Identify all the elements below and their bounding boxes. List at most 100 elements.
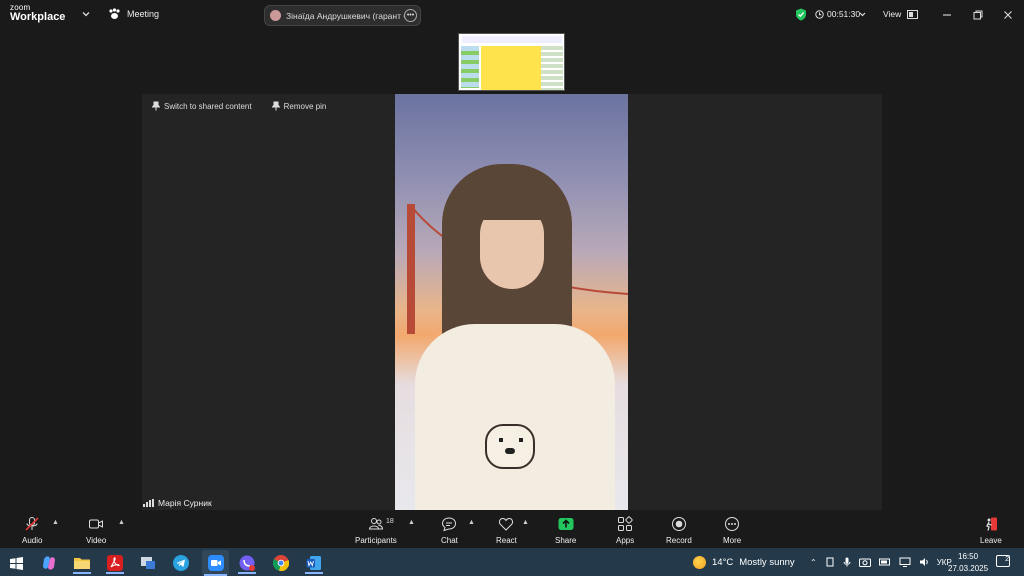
video-options-caret[interactable]: ▲: [118, 519, 125, 526]
video-camera-icon: [89, 519, 104, 529]
react-button[interactable]: React: [496, 516, 517, 545]
participant-video[interactable]: [395, 94, 628, 510]
notification-center-icon[interactable]: 2: [996, 555, 1010, 567]
participants-icon: [368, 518, 383, 530]
bear-eye: [499, 438, 503, 442]
camera-tray-icon[interactable]: [858, 557, 871, 567]
close-icon[interactable]: [1001, 8, 1015, 22]
file-explorer-icon[interactable]: [71, 552, 93, 574]
thumbnail-header: [462, 36, 562, 43]
chrome-icon[interactable]: [270, 552, 292, 574]
signal-icon: [143, 499, 154, 507]
sweater: [415, 324, 615, 510]
video-button[interactable]: Video: [86, 516, 106, 545]
share-button[interactable]: Share: [555, 516, 576, 545]
minimize-icon[interactable]: [940, 8, 954, 22]
mic-tray-icon[interactable]: [843, 557, 851, 567]
view-button[interactable]: View: [883, 9, 919, 19]
switch-to-shared-content-button[interactable]: Switch to shared content: [152, 101, 252, 111]
grid-view-icon: [907, 9, 919, 19]
sunny-icon: [693, 556, 706, 569]
leave-icon: [986, 517, 997, 531]
react-options-caret[interactable]: ▲: [522, 519, 529, 526]
word-icon[interactable]: [303, 552, 325, 574]
bear-eye: [519, 438, 523, 442]
participant-name: Марія Сурник: [158, 498, 212, 508]
weather-desc: Mostly sunny: [739, 557, 795, 568]
acrobat-icon[interactable]: [104, 552, 126, 574]
bangs: [470, 182, 554, 220]
more-icon: [725, 517, 740, 531]
logo-line2: Workplace: [10, 11, 66, 23]
meeting-timer[interactable]: 00:51:30: [815, 9, 860, 19]
meeting-info-button[interactable]: Meeting: [108, 8, 159, 20]
chat-button[interactable]: Chat: [441, 516, 458, 545]
windows-start-icon[interactable]: [5, 552, 27, 574]
audio-options-caret[interactable]: ▲: [52, 519, 59, 526]
zoom-taskbar-icon[interactable]: [202, 550, 229, 576]
share-screen-icon: [558, 518, 574, 530]
apps-icon: [618, 516, 633, 531]
clock-icon: [815, 9, 824, 19]
more-label: More: [723, 536, 742, 545]
weather-widget[interactable]: 14°C Mostly sunny: [693, 556, 795, 569]
encryption-shield-icon[interactable]: [795, 8, 807, 21]
active-indicator: [238, 572, 256, 574]
thumbnail-grid: [541, 46, 563, 90]
clock-time: 16:50: [958, 552, 979, 561]
view-label: View: [883, 9, 902, 19]
timer-text: 00:51:30: [827, 9, 861, 19]
record-button[interactable]: Record: [666, 516, 692, 545]
participant-name-tag: Марія Сурник: [143, 498, 212, 508]
participants-options-caret[interactable]: ▲: [408, 519, 415, 526]
record-label: Record: [666, 536, 692, 545]
leave-button[interactable]: Leave: [980, 516, 1002, 545]
active-speaker-pill[interactable]: Зінаїда Андрушкевич (гарант С •••: [264, 5, 421, 26]
paw-icon: [109, 8, 120, 19]
apps-label: Apps: [616, 536, 635, 545]
chevron-down-icon[interactable]: [80, 8, 92, 20]
video-label: Video: [86, 536, 107, 545]
telegram-icon[interactable]: [170, 552, 192, 574]
meeting-label: Meeting: [127, 9, 160, 19]
chevron-up-icon[interactable]: ⌃: [810, 558, 817, 567]
remove-pin-button[interactable]: Remove pin: [271, 101, 327, 111]
chat-options-caret[interactable]: ▲: [468, 519, 475, 526]
battery-icon[interactable]: [878, 557, 891, 567]
copilot-icon[interactable]: [38, 552, 60, 574]
share-label: Share: [555, 536, 577, 545]
active-indicator: [305, 572, 323, 574]
pin-bar: Switch to shared content Remove pin: [152, 101, 326, 111]
weather-temp: 14°C: [712, 557, 734, 568]
audio-label: Audio: [22, 536, 43, 545]
shared-content-thumbnail[interactable]: [458, 33, 565, 91]
record-icon: [671, 517, 686, 531]
notification-count: 2: [1005, 556, 1009, 563]
avatar: [270, 10, 281, 21]
chevron-down-icon[interactable]: [858, 10, 867, 19]
more-options-icon[interactable]: •••: [404, 9, 417, 22]
clock-date: 27.03.2025: [948, 564, 989, 573]
chat-label: Chat: [441, 536, 458, 545]
viber-icon[interactable]: [236, 552, 258, 574]
thumbnail-sidebar: [461, 46, 479, 88]
pin-icon: [152, 101, 160, 111]
network-icon[interactable]: [899, 557, 911, 567]
system-tray: ⌃ УКР: [810, 557, 952, 567]
active-indicator: [106, 572, 124, 574]
zoom-workplace-logo[interactable]: zoom Workplace: [10, 4, 65, 23]
taskbar-clock[interactable]: 16:50 27.03.2025: [948, 551, 988, 575]
speaker-icon[interactable]: [919, 557, 929, 567]
microphone-muted-icon: [25, 517, 39, 531]
restore-icon[interactable]: [971, 8, 985, 22]
network-app-icon[interactable]: [137, 552, 159, 574]
audio-button[interactable]: Audio: [22, 516, 42, 545]
more-button[interactable]: More: [723, 516, 741, 545]
participants-count: 18: [386, 518, 394, 525]
usb-icon[interactable]: [825, 557, 835, 567]
heart-icon: [499, 517, 514, 531]
apps-button[interactable]: Apps: [616, 516, 634, 545]
react-label: React: [496, 536, 517, 545]
leave-label: Leave: [980, 536, 1002, 545]
remove-pin-label: Remove pin: [283, 101, 327, 111]
